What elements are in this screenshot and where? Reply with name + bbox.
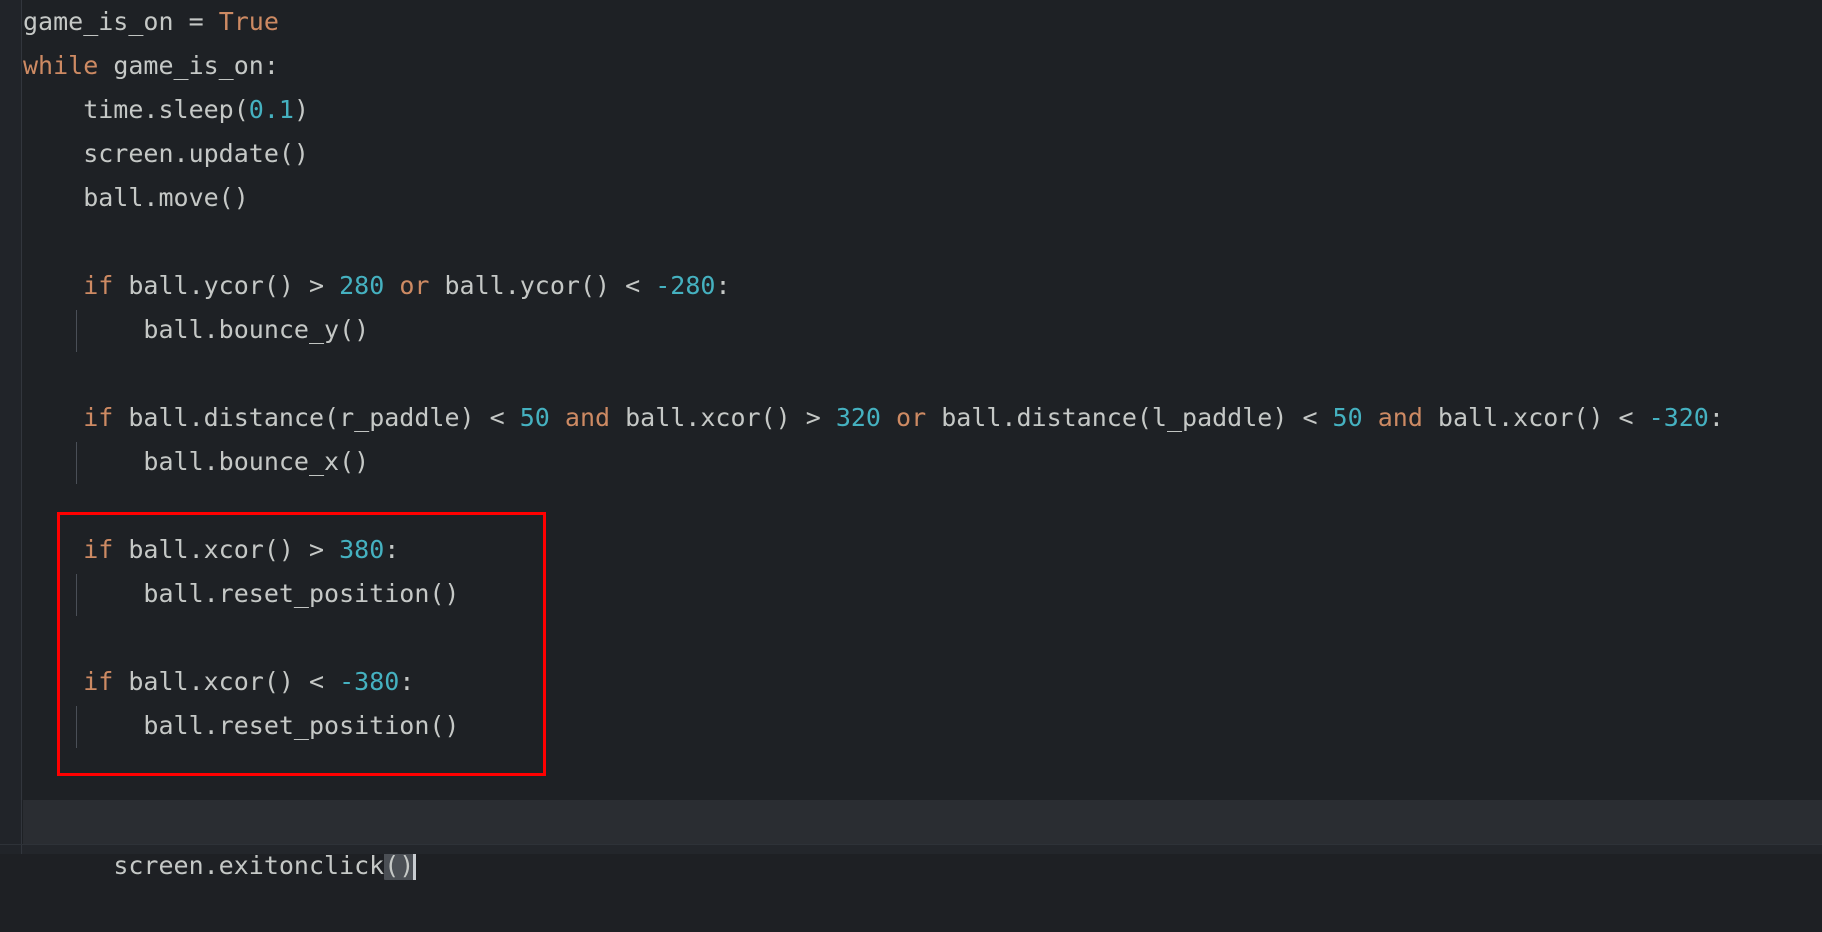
editor-bottom-strip bbox=[0, 844, 1822, 854]
code-token-pln: ball.xcor() > bbox=[113, 535, 340, 564]
code-token-pln: ) bbox=[293, 95, 309, 124]
indent-guide bbox=[76, 574, 77, 616]
code-token-op: = bbox=[188, 7, 219, 36]
code-token-pln: game_is_on: bbox=[98, 51, 279, 80]
code-token-num: 0.1 bbox=[248, 95, 294, 124]
code-line[interactable]: time.sleep(0.1) bbox=[23, 88, 1822, 132]
code-token-num: 320 bbox=[835, 403, 881, 432]
text-caret bbox=[413, 850, 417, 880]
code-line[interactable] bbox=[23, 220, 1822, 264]
code-token-pln bbox=[23, 271, 83, 300]
code-token-kw: and bbox=[1377, 403, 1423, 432]
code-token-num: 50 bbox=[1332, 403, 1363, 432]
code-token-pln: ball.move() bbox=[23, 183, 249, 212]
code-token-pln: : bbox=[715, 271, 731, 300]
code-token-pln: ball.ycor() > bbox=[113, 271, 340, 300]
code-line[interactable] bbox=[23, 484, 1822, 528]
code-line[interactable]: ball.move() bbox=[23, 176, 1822, 220]
code-token-kw: if bbox=[83, 271, 114, 300]
code-line[interactable] bbox=[23, 748, 1822, 792]
code-token-pln: : bbox=[399, 667, 415, 696]
code-token-pln: time.sleep( bbox=[23, 95, 249, 124]
code-editor[interactable]: game_is_on = True while game_is_on: time.… bbox=[0, 0, 1822, 880]
code-token-pln: ball.bounce_y() bbox=[23, 315, 370, 344]
code-token-pln: ball.xcor() < bbox=[113, 667, 340, 696]
code-token-pln bbox=[550, 403, 565, 432]
code-token-num: 280 bbox=[339, 271, 385, 300]
code-line[interactable] bbox=[23, 616, 1822, 660]
bracket-match-highlight: () bbox=[384, 851, 415, 880]
active-line-row[interactable]: screen.exitonclick() bbox=[23, 800, 1822, 880]
code-line[interactable]: while game_is_on: bbox=[23, 44, 1822, 88]
code-token-pln bbox=[881, 403, 896, 432]
code-token-pln bbox=[23, 667, 83, 696]
code-line[interactable]: if ball.xcor() > 380: bbox=[23, 528, 1822, 572]
code-token-pln: : bbox=[384, 535, 400, 564]
code-token-num: -320 bbox=[1648, 403, 1709, 432]
code-token-kw: if bbox=[83, 535, 114, 564]
code-token-pln: ball.ycor() < bbox=[429, 271, 656, 300]
code-token-kw: if bbox=[83, 667, 114, 696]
code-content-area[interactable]: game_is_on = True while game_is_on: time.… bbox=[23, 0, 1822, 800]
code-token-pln bbox=[1363, 403, 1378, 432]
code-token-kw: True bbox=[218, 7, 279, 36]
bottom-strip-gutter bbox=[0, 845, 22, 854]
code-line[interactable]: ball.bounce_y() bbox=[23, 308, 1822, 352]
code-token-pln: : bbox=[1708, 403, 1724, 432]
code-line[interactable]: game_is_on = True bbox=[23, 0, 1822, 44]
code-token-pln: ball.reset_position() bbox=[23, 711, 460, 740]
code-token-kw: and bbox=[564, 403, 611, 432]
code-token-kw: or bbox=[896, 403, 927, 432]
code-token-pln: ball.xcor() < bbox=[1422, 403, 1649, 432]
code-line[interactable]: if ball.xcor() < -380: bbox=[23, 660, 1822, 704]
line-number-gutter bbox=[0, 0, 22, 854]
code-token-kw: or bbox=[399, 271, 430, 300]
code-token-pln: ball.xcor() > bbox=[610, 403, 836, 432]
code-token-pln: screen.update() bbox=[23, 139, 309, 168]
code-token-pln bbox=[384, 271, 399, 300]
code-token-pln bbox=[23, 535, 83, 564]
code-line[interactable]: ball.reset_position() bbox=[23, 572, 1822, 616]
code-token-pln: ball.distance(l_paddle) < bbox=[926, 403, 1333, 432]
code-line[interactable] bbox=[23, 352, 1822, 396]
indent-guide bbox=[76, 442, 77, 484]
code-token-pln: game_is_on bbox=[23, 7, 189, 36]
code-line[interactable]: screen.update() bbox=[23, 132, 1822, 176]
code-token-pln: ball.reset_position() bbox=[23, 579, 460, 608]
code-line[interactable]: if ball.ycor() > 280 or ball.ycor() < -2… bbox=[23, 264, 1822, 308]
code-token-kw: while bbox=[23, 51, 99, 80]
active-line-prefix: screen.exitonclick bbox=[113, 851, 385, 880]
indent-guide bbox=[76, 310, 77, 352]
code-token-pln bbox=[23, 403, 83, 432]
code-token-pln: ball.distance(r_paddle) < bbox=[113, 403, 520, 432]
code-token-num: 380 bbox=[339, 535, 385, 564]
code-token-pln: ball.bounce_x() bbox=[23, 447, 370, 476]
code-line[interactable]: ball.reset_position() bbox=[23, 704, 1822, 748]
indent-guide bbox=[76, 706, 77, 748]
code-token-num: -380 bbox=[339, 667, 400, 696]
code-token-kw: if bbox=[83, 403, 114, 432]
active-line-text[interactable]: screen.exitonclick() bbox=[23, 800, 1822, 880]
code-line[interactable]: ball.bounce_x() bbox=[23, 440, 1822, 484]
code-token-num: 50 bbox=[519, 403, 550, 432]
code-line[interactable]: if ball.distance(r_paddle) < 50 and ball… bbox=[23, 396, 1822, 440]
code-token-num: -280 bbox=[655, 271, 716, 300]
